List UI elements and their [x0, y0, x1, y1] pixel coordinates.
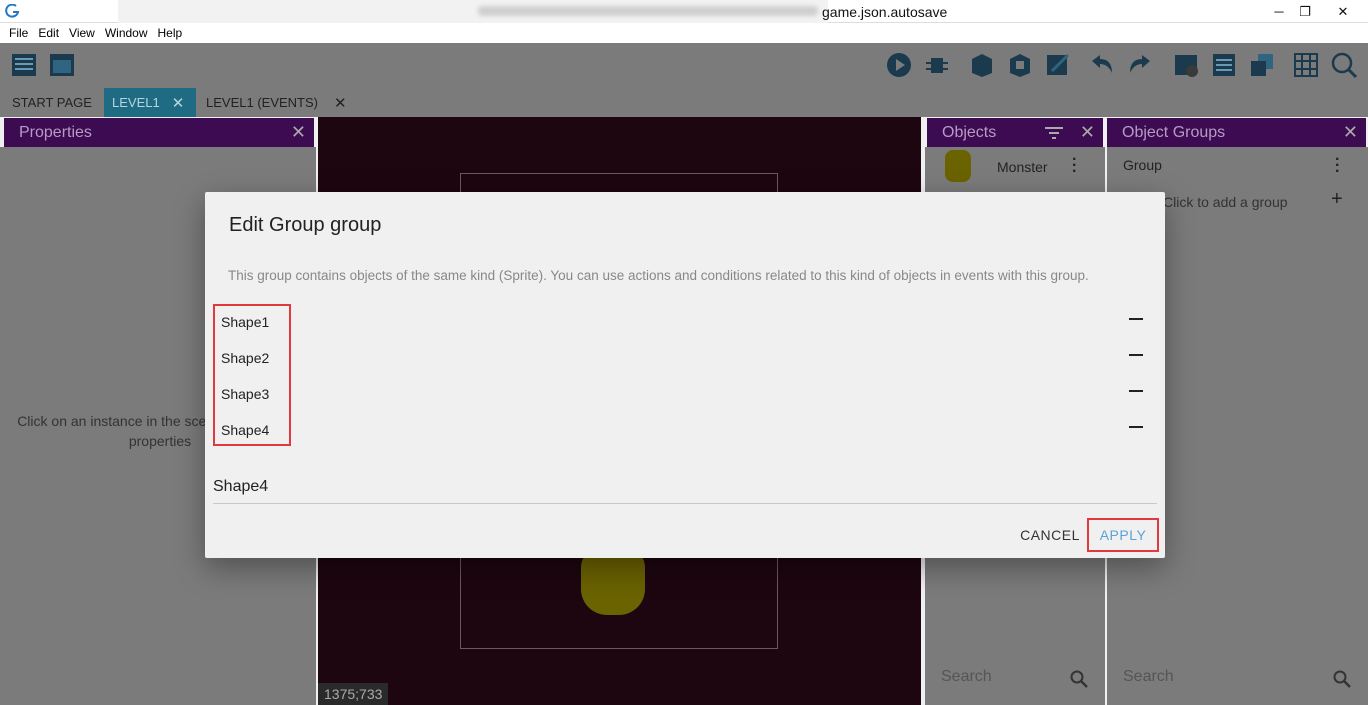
debugger-bug-icon[interactable] — [923, 51, 951, 79]
close-window-button[interactable]: ✕ — [1318, 0, 1368, 23]
cursor-coordinates: 1375;733 — [318, 683, 389, 705]
dialog-title: Edit Group group — [229, 214, 382, 236]
object-groups-icon[interactable] — [1006, 51, 1034, 79]
tab-label: START PAGE — [12, 95, 92, 110]
gdevelop-app-icon — [5, 4, 20, 18]
menu-window[interactable]: Window — [100, 26, 153, 40]
close-icon[interactable]: ✕ — [172, 94, 185, 112]
tab-label: LEVEL1 (EVENTS) — [206, 95, 318, 110]
undo-icon[interactable] — [1088, 51, 1116, 79]
monster-sprite-instance[interactable] — [581, 549, 645, 615]
object-groups-panel-header: Object Groups ✕ — [1107, 118, 1366, 147]
close-icon[interactable]: ✕ — [1080, 122, 1095, 143]
remove-member-icon[interactable] — [1129, 318, 1143, 320]
group-member-row: Shape2 — [213, 340, 1157, 376]
dialog-description: This group contains objects of the same … — [228, 268, 1089, 283]
group-member-row: Shape3 — [213, 376, 1157, 412]
tab-start-page[interactable]: START PAGE — [4, 88, 100, 117]
close-icon[interactable]: ✕ — [1343, 122, 1358, 143]
tab-bar: START PAGE LEVEL1 ✕ LEVEL1 (EVENTS) ✕ — [0, 88, 1368, 117]
more-vert-icon[interactable]: · · · — [1072, 152, 1077, 180]
close-icon[interactable]: ✕ — [291, 122, 306, 143]
objects-search-input[interactable]: Search — [941, 668, 992, 686]
group-member-row: Shape1 — [213, 304, 1157, 340]
object-groups-title: Object Groups — [1122, 123, 1226, 141]
add-icon[interactable]: + — [1331, 188, 1343, 211]
apply-button[interactable]: APPLY — [1087, 518, 1159, 552]
add-group-hint[interactable]: Click to add a group — [1163, 194, 1288, 210]
objects-title: Objects — [942, 123, 997, 141]
properties-panel-header: Properties ✕ — [4, 118, 314, 147]
grid-toggle-icon[interactable] — [1292, 51, 1320, 79]
search-icon — [1333, 670, 1351, 688]
edit-properties-icon[interactable] — [1044, 51, 1072, 79]
group-member-row: Shape4 — [213, 412, 1157, 448]
tab-level1-events[interactable]: LEVEL1 (EVENTS) ✕ — [198, 88, 355, 117]
member-name: Shape1 — [221, 314, 270, 330]
menu-file[interactable]: File — [4, 26, 33, 40]
preview-play-icon[interactable] — [885, 51, 913, 79]
blurred-file-path — [118, 0, 828, 23]
search-icon — [1070, 670, 1088, 688]
tab-label: LEVEL1 — [112, 95, 160, 110]
member-name: Shape4 — [221, 422, 270, 438]
menu-edit[interactable]: Edit — [33, 26, 64, 40]
zoom-reset-icon[interactable] — [1330, 51, 1358, 79]
remove-member-icon[interactable] — [1129, 426, 1143, 428]
project-manager-icon[interactable] — [10, 51, 38, 79]
filter-icon[interactable] — [1045, 126, 1063, 140]
object-name[interactable]: Monster — [997, 159, 1048, 175]
add-object-icon[interactable] — [968, 51, 996, 79]
menu-view[interactable]: View — [64, 26, 100, 40]
layers-list-icon[interactable] — [1210, 51, 1238, 79]
member-name: Shape2 — [221, 350, 270, 366]
tab-level1[interactable]: LEVEL1 ✕ — [104, 88, 196, 117]
cancel-button[interactable]: CANCEL — [1015, 518, 1085, 552]
toolbar — [0, 43, 1368, 88]
instances-list-icon[interactable] — [1172, 51, 1200, 79]
open-scene-icon[interactable] — [48, 51, 76, 79]
edit-group-dialog: Edit Group group This group contains obj… — [205, 192, 1165, 558]
properties-title: Properties — [19, 123, 92, 141]
menu-help[interactable]: Help — [153, 26, 188, 40]
layers-stack-icon[interactable] — [1248, 51, 1276, 79]
remove-member-icon[interactable] — [1129, 354, 1143, 356]
more-vert-icon[interactable]: · · · — [1335, 152, 1340, 180]
add-member-field[interactable] — [213, 472, 1157, 504]
remove-member-icon[interactable] — [1129, 390, 1143, 392]
title-bar: game.json.autosave ─ ❐ ✕ — [0, 0, 1368, 23]
objects-panel-header: Objects ✕ — [927, 118, 1103, 147]
group-name[interactable]: Group — [1123, 157, 1162, 173]
add-member-input[interactable] — [213, 472, 1157, 502]
groups-search-input[interactable]: Search — [1123, 668, 1174, 686]
redo-icon[interactable] — [1126, 51, 1154, 79]
monster-thumbnail — [945, 150, 971, 182]
member-name: Shape3 — [221, 386, 270, 402]
window-title: game.json.autosave — [822, 4, 948, 20]
close-icon[interactable]: ✕ — [334, 94, 347, 112]
menu-bar: File Edit View Window Help — [0, 23, 1368, 43]
